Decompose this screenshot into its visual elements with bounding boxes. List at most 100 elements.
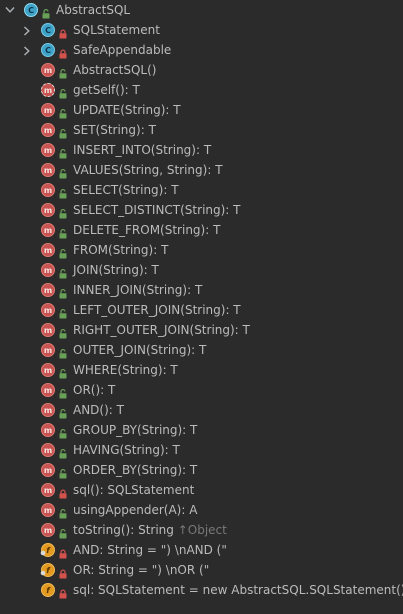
method-icon: m bbox=[41, 403, 55, 417]
tree-root-abstractsql[interactable]: C AbstractSQL bbox=[0, 0, 403, 20]
tree-item-method[interactable]: m AND(): T bbox=[0, 400, 403, 420]
chevron-down-icon[interactable] bbox=[4, 0, 16, 20]
item-text: sql(): SQLStatement bbox=[73, 483, 195, 497]
method-icon: m bbox=[41, 123, 55, 137]
item-label: AND(): T bbox=[73, 400, 124, 420]
method-icon: m bbox=[41, 383, 55, 397]
tree-item-method[interactable]: m WHERE(String): T bbox=[0, 360, 403, 380]
tree-item-method[interactable]: m SELECT_DISTINCT(String): T bbox=[0, 200, 403, 220]
unlocked-public-icon bbox=[58, 365, 68, 379]
item-text: ORDER_BY(String): T bbox=[73, 463, 198, 477]
item-label: INSERT_INTO(String): T bbox=[73, 140, 211, 160]
field-icon: f bbox=[41, 583, 55, 597]
method-icon: m bbox=[41, 443, 55, 457]
item-text: RIGHT_OUTER_JOIN(String): T bbox=[73, 323, 250, 337]
tree-item-method[interactable]: m DELETE_FROM(String): T bbox=[0, 220, 403, 240]
tree-item-method[interactable]: m OUTER_JOIN(String): T bbox=[0, 340, 403, 360]
tree-item-method[interactable]: m VALUES(String, String): T bbox=[0, 160, 403, 180]
unlocked-public-icon bbox=[58, 125, 68, 139]
tree-item-method[interactable]: m HAVING(String): T bbox=[0, 440, 403, 460]
tree-item-method[interactable]: m usingAppender(A): A bbox=[0, 500, 403, 520]
item-text: SELECT_DISTINCT(String): T bbox=[73, 203, 241, 217]
item-label: sql: SQLStatement = new AbstractSQL.SQLS… bbox=[73, 580, 403, 600]
method-icon: m bbox=[41, 323, 55, 337]
tree-item-method[interactable]: m SELECT(String): T bbox=[0, 180, 403, 200]
item-text: INSERT_INTO(String): T bbox=[73, 143, 212, 157]
unlocked-public-icon bbox=[58, 405, 68, 419]
tree-item-method[interactable]: m JOIN(String): T bbox=[0, 260, 403, 280]
chevron-right-icon[interactable] bbox=[22, 20, 34, 40]
unlocked-public-icon bbox=[58, 245, 68, 259]
tree-item-method[interactable]: m LEFT_OUTER_JOIN(String): T bbox=[0, 300, 403, 320]
item-text: toString(): String bbox=[73, 523, 174, 537]
method-icon: m bbox=[41, 363, 55, 377]
lock-private-icon bbox=[58, 485, 68, 499]
tree-item-field[interactable]: f AND: String = ") \nAND (" bbox=[0, 540, 403, 560]
tree-item-method[interactable]: m sql(): SQLStatement bbox=[0, 480, 403, 500]
item-text: FROM(String): T bbox=[73, 243, 169, 257]
item-label: OR: String = ") \nOR (" bbox=[73, 560, 209, 580]
item-text: AbstractSQL bbox=[56, 3, 131, 17]
tree-item-method[interactable]: m SET(String): T bbox=[0, 120, 403, 140]
item-label: SQLStatement bbox=[73, 20, 160, 40]
item-text: OR(): T bbox=[73, 383, 116, 397]
tree-item-method[interactable]: m FROM(String): T bbox=[0, 240, 403, 260]
unlocked-public-icon bbox=[58, 465, 68, 479]
item-label: OR(): T bbox=[73, 380, 115, 400]
static-pin-icon bbox=[40, 562, 46, 576]
item-text: LEFT_OUTER_JOIN(String): T bbox=[73, 303, 241, 317]
item-label: FROM(String): T bbox=[73, 240, 168, 260]
item-text: WHERE(String): T bbox=[73, 363, 178, 377]
item-label: sql(): SQLStatement bbox=[73, 480, 194, 500]
tree-item-method[interactable]: m GROUP_BY(String): T bbox=[0, 420, 403, 440]
method-icon: m bbox=[41, 303, 55, 317]
item-label: AND: String = ") \nAND (" bbox=[73, 540, 227, 560]
tree-item-method[interactable]: m INSERT_INTO(String): T bbox=[0, 140, 403, 160]
tree-item-field[interactable]: f sql: SQLStatement = new AbstractSQL.SQL… bbox=[0, 580, 403, 600]
tree-item-field[interactable]: f OR: String = ") \nOR (" bbox=[0, 560, 403, 580]
chevron-right-icon[interactable] bbox=[22, 40, 34, 60]
method-icon: m bbox=[41, 503, 55, 517]
tree-item-class[interactable]: C SafeAppendable bbox=[0, 40, 403, 60]
tree-item-method[interactable]: m OR(): T bbox=[0, 380, 403, 400]
item-text: INNER_JOIN(String): T bbox=[73, 283, 203, 297]
class-icon: C bbox=[24, 3, 38, 17]
lock-private-icon bbox=[58, 545, 68, 559]
tree-item-method[interactable]: m ORDER_BY(String): T bbox=[0, 460, 403, 480]
item-text: getSelf(): T bbox=[73, 83, 140, 97]
method-icon: m bbox=[41, 163, 55, 177]
item-label: HAVING(String): T bbox=[73, 440, 180, 460]
method-icon: m bbox=[41, 103, 55, 117]
item-text: AND(): T bbox=[73, 403, 124, 417]
method-icon: m bbox=[41, 523, 55, 537]
lock-private-icon bbox=[58, 25, 68, 39]
lock-private-icon bbox=[58, 45, 68, 59]
structure-tree: C AbstractSQL C SQLStatement C SafeAppendable… bbox=[0, 0, 403, 614]
tree-item-method[interactable]: m AbstractSQL() bbox=[0, 60, 403, 80]
tree-item-method[interactable]: m toString(): String ↑Object bbox=[0, 520, 403, 540]
item-label: DELETE_FROM(String): T bbox=[73, 220, 220, 240]
unlocked-public-icon bbox=[58, 285, 68, 299]
method-icon: m bbox=[41, 183, 55, 197]
item-label: OUTER_JOIN(String): T bbox=[73, 340, 206, 360]
item-label: AbstractSQL() bbox=[73, 60, 156, 80]
class-icon: C bbox=[41, 23, 55, 37]
unlocked-public-icon bbox=[58, 165, 68, 179]
inherited-from: ↑Object bbox=[173, 523, 227, 537]
static-pin-icon bbox=[40, 542, 46, 556]
unlocked-public-icon bbox=[58, 185, 68, 199]
tree-item-method[interactable]: m getSelf(): T bbox=[0, 80, 403, 100]
tree-item-method[interactable]: m INNER_JOIN(String): T bbox=[0, 280, 403, 300]
tree-item-class[interactable]: C SQLStatement bbox=[0, 20, 403, 40]
tree-item-method[interactable]: m UPDATE(String): T bbox=[0, 100, 403, 120]
unlocked-public-icon bbox=[58, 325, 68, 339]
item-text: OUTER_JOIN(String): T bbox=[73, 343, 207, 357]
tree-item-method[interactable]: m RIGHT_OUTER_JOIN(String): T bbox=[0, 320, 403, 340]
unlocked-public-icon bbox=[58, 205, 68, 219]
method-icon: m bbox=[41, 203, 55, 217]
item-label: UPDATE(String): T bbox=[73, 100, 181, 120]
item-label: toString(): String ↑Object bbox=[73, 520, 227, 540]
unlocked-public-icon bbox=[58, 265, 68, 279]
unlocked-public-icon bbox=[58, 305, 68, 319]
item-label: usingAppender(A): A bbox=[73, 500, 197, 520]
